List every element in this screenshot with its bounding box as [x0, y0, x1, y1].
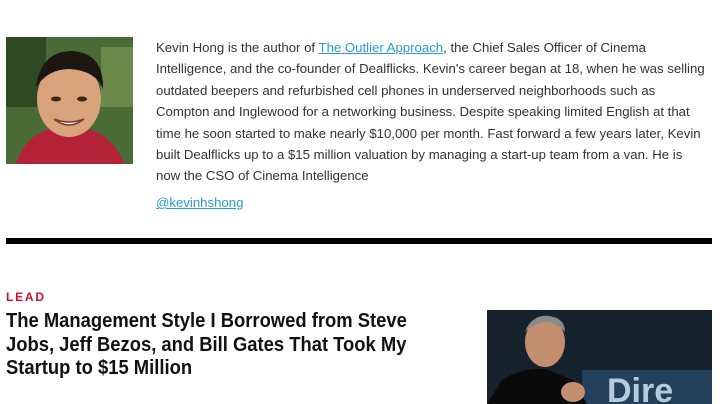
author-photo-illustration: [6, 37, 133, 164]
bio-body: , the Chief Sales Officer of Cinema Inte…: [156, 40, 705, 184]
author-avatar[interactable]: [6, 37, 133, 164]
author-bio-text: Kevin Hong is the author of The Outlier …: [156, 37, 708, 187]
section-divider: [6, 238, 712, 244]
svg-text:Dire: Dire: [607, 372, 673, 404]
bio-intro: Kevin Hong is the author of: [156, 40, 319, 55]
article-photo-illustration: Dire: [487, 310, 712, 404]
section-tag-link[interactable]: LEAD: [6, 290, 46, 304]
next-article-headline-link[interactable]: The Management Style I Borrowed from Ste…: [6, 310, 411, 381]
book-link[interactable]: The Outlier Approach: [319, 40, 444, 55]
next-article-thumbnail[interactable]: Dire: [487, 310, 712, 404]
author-twitter-handle-link[interactable]: @kevinhshong: [156, 195, 243, 210]
